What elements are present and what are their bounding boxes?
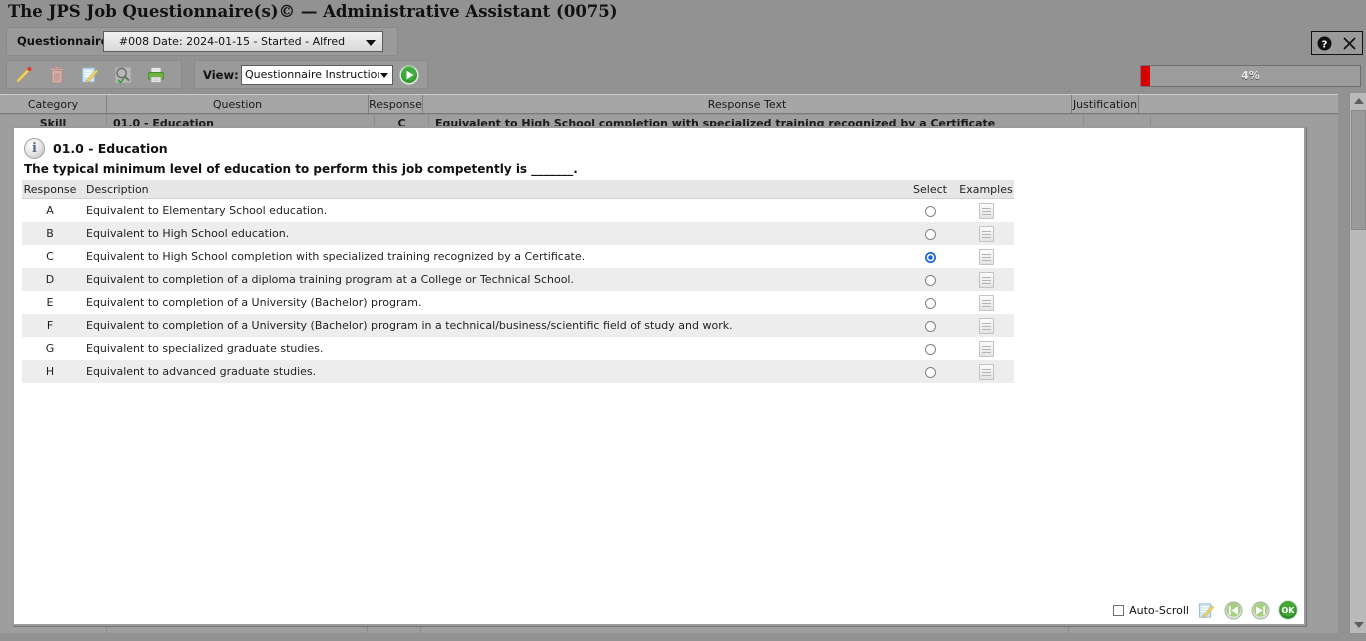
option-radio[interactable] [924,274,936,286]
examples-icon[interactable] [978,225,994,242]
view-label: View: [203,68,239,82]
examples-icon[interactable] [978,294,994,311]
examples-icon[interactable] [978,317,994,334]
scroll-up-icon[interactable] [1350,93,1366,109]
option-row-c[interactable]: C Equivalent to High School completion w… [22,245,1014,268]
option-radio[interactable] [924,297,936,309]
info-icon: i [24,138,45,159]
option-radio[interactable] [924,343,936,355]
options-header-row: Response Description Select Examples [22,180,1014,199]
svg-text:OK: OK [1282,606,1296,615]
examples-icon[interactable] [978,248,994,265]
option-row-g[interactable]: G Equivalent to specialized graduate stu… [22,337,1014,360]
option-description: Equivalent to completion of a diploma tr… [78,268,902,291]
vertical-scrollbar[interactable] [1349,93,1366,633]
option-letter: D [22,268,78,291]
dialog-title: 01.0 - Education [53,141,168,156]
print-icon[interactable] [139,65,172,85]
option-description: Equivalent to High School completion wit… [86,250,586,263]
examples-icon[interactable] [978,202,994,219]
examples-icon[interactable] [978,340,994,357]
application-window: The JPS Job Questionnaire(s)© — Administ… [0,0,1366,641]
go-play-button[interactable] [398,64,420,86]
option-radio[interactable] [924,228,936,240]
progress-bar: 4% [1140,65,1361,87]
option-row-h[interactable]: H Equivalent to advanced graduate studie… [22,360,1014,383]
ok-button-icon[interactable]: OK [1278,600,1298,620]
grid-header-response[interactable]: Response [369,95,423,113]
action-toolbar [6,60,182,89]
checkbox-box [1113,604,1125,616]
scrollbar-thumb[interactable] [1351,110,1366,230]
search-magnifier-icon[interactable] [106,65,139,85]
option-letter: G [45,342,55,355]
page-title: The JPS Job Questionnaire(s)© — Administ… [8,2,618,21]
option-letter: B [22,222,78,245]
option-letter: E [46,296,54,309]
options-header-select: Select [902,180,958,199]
view-selector-panel: View: Questionnaire Instructions [194,60,428,89]
option-radio[interactable] [924,366,936,378]
questionnaire-selector-panel: Questionnaire: #008 Date: 2024-01-15 - S… [6,27,398,56]
question-dialog: i 01.0 - Education The typical minimum l… [12,126,1306,626]
options-header-examples: Examples [958,180,1014,199]
chevron-down-icon [366,39,376,46]
notes-edit-icon[interactable] [1197,601,1216,620]
option-description: Equivalent to High School education. [78,222,902,245]
grid-header-question[interactable]: Question [107,95,369,113]
auto-scroll-label: Auto-Scroll [1129,603,1189,617]
edit-pencil-icon[interactable] [7,65,40,85]
option-description: Equivalent to specialized graduate studi… [86,342,324,355]
scroll-down-icon[interactable] [1350,617,1366,633]
option-row-d[interactable]: D Equivalent to completion of a diploma … [22,268,1014,291]
delete-trash-icon[interactable] [40,65,73,85]
option-radio[interactable] [924,320,936,332]
help-icon[interactable]: ? [1317,36,1332,51]
option-row-b[interactable]: B Equivalent to High School education. [22,222,1014,245]
chevron-down-icon [380,73,388,78]
option-description: Equivalent to completion of a University… [86,296,422,309]
view-dropdown-value: Questionnaire Instructions [245,68,379,81]
examples-icon[interactable] [978,363,994,380]
questionnaire-dropdown-value: #008 Date: 2024-01-15 - Started - Alfred [118,35,346,48]
option-row-a[interactable]: A Equivalent to Elementary School educat… [22,199,1014,223]
option-description: Equivalent to advanced graduate studies. [78,360,902,383]
grid-header-category[interactable]: Category [0,95,107,113]
option-row-e[interactable]: E Equivalent to completion of a Universi… [22,291,1014,314]
questionnaire-dropdown[interactable]: #008 Date: 2024-01-15 - Started - Alfred [103,31,383,52]
option-letter: F [22,314,78,337]
close-icon[interactable] [1342,36,1357,51]
questions-grid-header: Category Question Response Response Text… [0,94,1338,114]
auto-scroll-checkbox[interactable]: Auto-Scroll [1113,604,1189,617]
grid-header-response-text[interactable]: Response Text [423,95,1072,113]
view-dropdown[interactable]: Questionnaire Instructions [241,65,393,85]
examples-icon[interactable] [978,271,994,288]
option-letter: A [46,204,54,217]
option-description: Equivalent to Elementary School educatio… [86,204,328,217]
svg-text:?: ? [1322,39,1328,50]
window-buttons: ? [1311,31,1363,55]
dialog-question-text: The typical minimum level of education t… [24,162,578,176]
dialog-footer: Auto-Scroll OK [1113,600,1298,620]
grid-header-justification[interactable]: Justification [1072,95,1139,113]
notes-edit-icon[interactable] [73,65,106,85]
option-radio-selected[interactable] [924,251,936,263]
previous-question-icon[interactable] [1224,600,1243,620]
option-letter: H [22,360,78,383]
next-question-icon[interactable] [1251,600,1270,620]
option-letter: C [46,250,54,263]
options-header-response: Response [22,180,78,199]
progress-percent-label: 4% [1241,69,1260,82]
dialog-title-row: i 01.0 - Education [24,138,168,159]
option-radio[interactable] [924,205,936,217]
option-description: Equivalent to completion of a University… [78,314,902,337]
option-row-f[interactable]: F Equivalent to completion of a Universi… [22,314,1014,337]
options-header-description: Description [78,180,902,199]
questionnaire-label: Questionnaire: [17,34,114,48]
response-options-table: Response Description Select Examples A E… [22,180,1014,383]
